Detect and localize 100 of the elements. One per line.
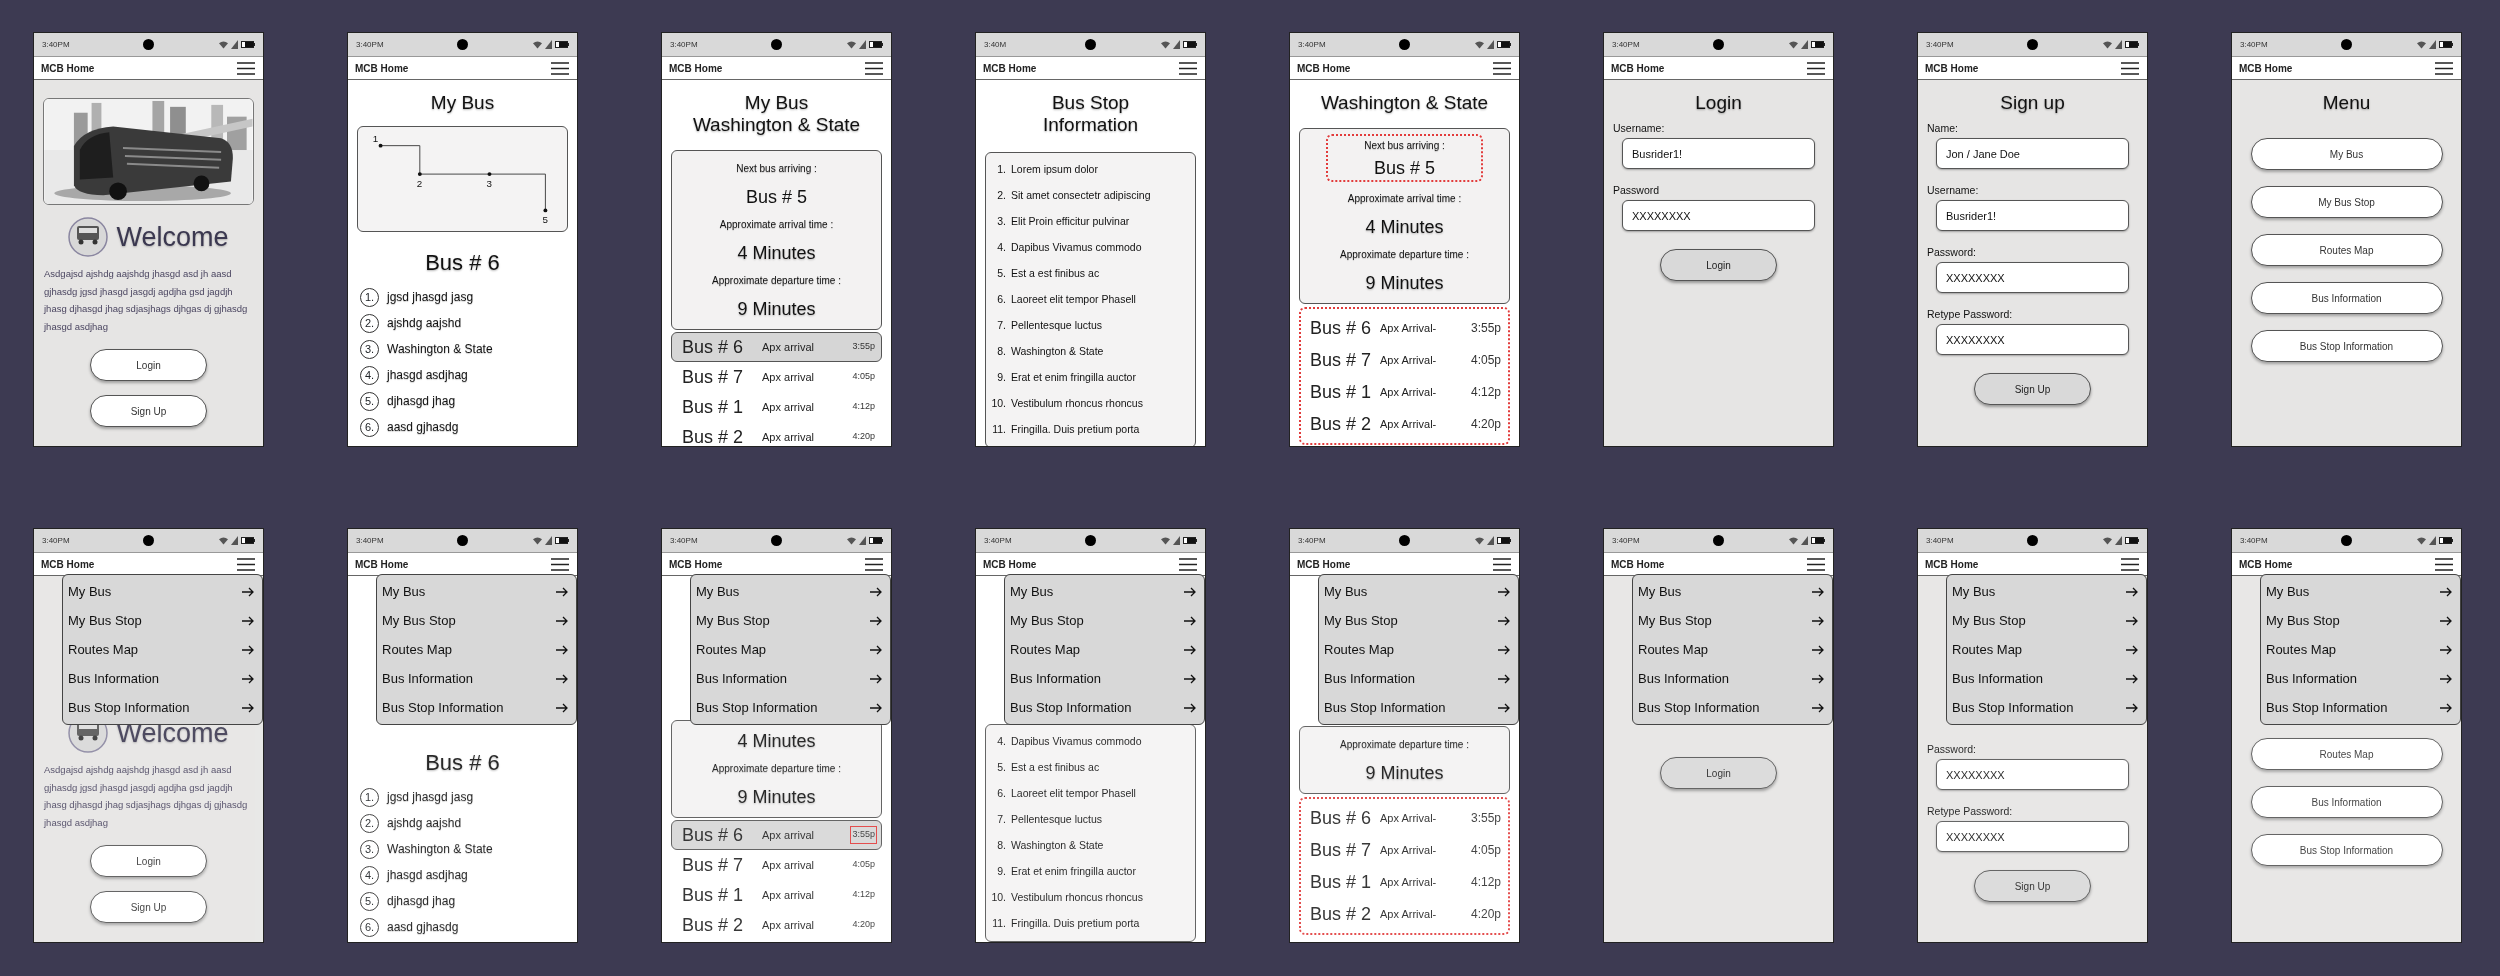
menu-item[interactable]: Routes Map <box>1005 635 1204 664</box>
submit-button[interactable]: Sign Up <box>1974 870 2091 902</box>
stop-name: Dapibus Vivamus commodo <box>1011 240 1142 256</box>
nav-button[interactable]: Login <box>90 349 207 381</box>
menu-item[interactable]: My Bus <box>1947 577 2146 606</box>
menu-item[interactable]: My Bus <box>1633 577 1832 606</box>
menu-item[interactable]: Bus Information <box>1319 664 1518 693</box>
menu-item[interactable]: Bus Information <box>1947 664 2146 693</box>
bus-row[interactable]: Bus # 7 Apx Arrival- 4:05p <box>1303 344 1506 376</box>
input-field[interactable]: XXXXXXXX <box>1622 200 1815 231</box>
nav-button[interactable]: Sign Up <box>90 891 207 923</box>
input-field[interactable]: XXXXXXXX <box>1936 759 2129 790</box>
menu-item[interactable]: My Bus <box>377 577 576 606</box>
nav-button[interactable]: Bus Stop Information <box>2250 834 2443 866</box>
bus-row[interactable]: Bus # 2 Apx Arrival- 4:20p <box>1303 898 1506 930</box>
menu-item[interactable]: Bus Stop Information <box>1633 693 1832 722</box>
menu-item[interactable]: My Bus Stop <box>1633 606 1832 635</box>
nav-button[interactable]: Routes Map <box>2250 234 2443 266</box>
menu-item[interactable]: Routes Map <box>1633 635 1832 664</box>
menu-icon[interactable] <box>2121 557 2139 571</box>
nav-button[interactable]: My Bus <box>2250 138 2443 170</box>
menu-icon[interactable] <box>1493 557 1511 571</box>
menu-item[interactable]: Routes Map <box>1319 635 1518 664</box>
menu-icon[interactable] <box>1179 557 1197 571</box>
menu-item[interactable]: Bus Information <box>2261 664 2460 693</box>
input-field[interactable]: XXXXXXXX <box>1936 324 2129 355</box>
signal-icon <box>545 536 552 545</box>
bus-row[interactable]: Bus # 6 Apx Arrival- 3:55p <box>1303 312 1506 344</box>
menu-item[interactable]: My Bus Stop <box>691 606 890 635</box>
menu-item[interactable]: Routes Map <box>2261 635 2460 664</box>
menu-item[interactable]: My Bus <box>2261 577 2460 606</box>
menu-icon[interactable] <box>2435 61 2453 75</box>
bus-row[interactable]: Bus # 6 Apx arrival 3:55p <box>671 332 882 362</box>
menu-item[interactable]: Bus Stop Information <box>691 693 890 722</box>
menu-item[interactable]: Bus Information <box>377 664 576 693</box>
menu-item[interactable]: My Bus <box>1319 577 1518 606</box>
menu-item[interactable]: My Bus <box>63 577 262 606</box>
nav-button[interactable]: My Bus Stop <box>2250 186 2443 218</box>
nav-button[interactable]: Sign Up <box>90 395 207 427</box>
menu-item[interactable]: Routes Map <box>377 635 576 664</box>
bus-row[interactable]: Bus # 1 Apx arrival 4:12p <box>671 880 882 910</box>
bus-row[interactable]: Bus # 6 Apx Arrival- 3:55p <box>1303 802 1506 834</box>
menu-item[interactable]: My Bus Stop <box>1319 606 1518 635</box>
bus-row[interactable]: Bus # 2 Apx arrival 4:20p <box>671 910 882 940</box>
menu-item[interactable]: Bus Stop Information <box>1005 693 1204 722</box>
bus-row[interactable]: Bus # 1 Apx Arrival- 4:12p <box>1303 866 1506 898</box>
nav-button[interactable]: Bus Stop Information <box>2250 330 2443 362</box>
submit-button[interactable]: Login <box>1660 249 1777 281</box>
stop-name: Vestibulum rhoncus rhoncus <box>1011 890 1143 906</box>
menu-item[interactable]: Bus Stop Information <box>2261 693 2460 722</box>
input-field[interactable]: Busrider1! <box>1936 200 2129 231</box>
input-field[interactable]: Jon / Jane Doe <box>1936 138 2129 169</box>
bus-row[interactable]: Bus # 2 Apx Arrival- 4:20p <box>1303 408 1506 440</box>
menu-icon[interactable] <box>237 557 255 571</box>
menu-item[interactable]: Bus Information <box>63 664 262 693</box>
menu-icon[interactable] <box>865 557 883 571</box>
menu-icon[interactable] <box>1807 557 1825 571</box>
bus-row[interactable]: Bus # 7 Apx arrival 4:05p <box>671 362 882 392</box>
menu-item[interactable]: Routes Map <box>1947 635 2146 664</box>
menu-item[interactable]: My Bus <box>691 577 890 606</box>
nav-button[interactable]: Login <box>90 845 207 877</box>
bus-row[interactable]: Bus # 1 Apx arrival 4:12p <box>671 392 882 422</box>
input-field[interactable]: XXXXXXXX <box>1936 821 2129 852</box>
menu-icon[interactable] <box>865 61 883 75</box>
info-label: Approximate departure time : <box>711 274 842 288</box>
bus-row[interactable]: Bus # 7 Apx arrival 4:05p <box>671 850 882 880</box>
bus-row[interactable]: Bus # 1 Apx Arrival- 4:12p <box>1303 376 1506 408</box>
menu-item[interactable]: Bus Stop Information <box>1947 693 2146 722</box>
bus-row[interactable]: Bus # 6 Apx arrival 3:55p <box>671 820 882 850</box>
menu-item[interactable]: My Bus Stop <box>2261 606 2460 635</box>
menu-item[interactable]: My Bus Stop <box>377 606 576 635</box>
menu-icon[interactable] <box>2435 557 2453 571</box>
submit-button[interactable]: Login <box>1660 757 1777 789</box>
menu-item[interactable]: Bus Information <box>691 664 890 693</box>
input-field[interactable]: Busrider1! <box>1622 138 1815 169</box>
menu-icon[interactable] <box>551 61 569 75</box>
submit-button[interactable]: Sign Up <box>1974 373 2091 405</box>
menu-item[interactable]: Bus Information <box>1633 664 1832 693</box>
menu-item[interactable]: Routes Map <box>691 635 890 664</box>
menu-icon[interactable] <box>237 61 255 75</box>
menu-item[interactable]: My Bus <box>1005 577 1204 606</box>
menu-icon[interactable] <box>1807 61 1825 75</box>
nav-button[interactable]: Bus Information <box>2250 282 2443 314</box>
field-label: Password: <box>1927 245 1978 260</box>
menu-icon[interactable] <box>2121 61 2139 75</box>
menu-item[interactable]: My Bus Stop <box>1947 606 2146 635</box>
bus-row[interactable]: Bus # 7 Apx Arrival- 4:05p <box>1303 834 1506 866</box>
menu-item[interactable]: Bus Information <box>1005 664 1204 693</box>
menu-item[interactable]: Bus Stop Information <box>1319 693 1518 722</box>
menu-item[interactable]: Bus Stop Information <box>377 693 576 722</box>
menu-item[interactable]: My Bus Stop <box>1005 606 1204 635</box>
nav-button[interactable]: Bus Information <box>2250 786 2443 818</box>
nav-button[interactable]: Routes Map <box>2250 738 2443 770</box>
menu-item[interactable]: My Bus Stop <box>63 606 262 635</box>
menu-icon[interactable] <box>1493 61 1511 75</box>
input-field[interactable]: XXXXXXXX <box>1936 262 2129 293</box>
bus-row[interactable]: Bus # 2 Apx arrival 4:20p <box>671 422 882 446</box>
menu-item[interactable]: Routes Map <box>63 635 262 664</box>
menu-icon[interactable] <box>1179 61 1197 75</box>
menu-icon[interactable] <box>551 557 569 571</box>
